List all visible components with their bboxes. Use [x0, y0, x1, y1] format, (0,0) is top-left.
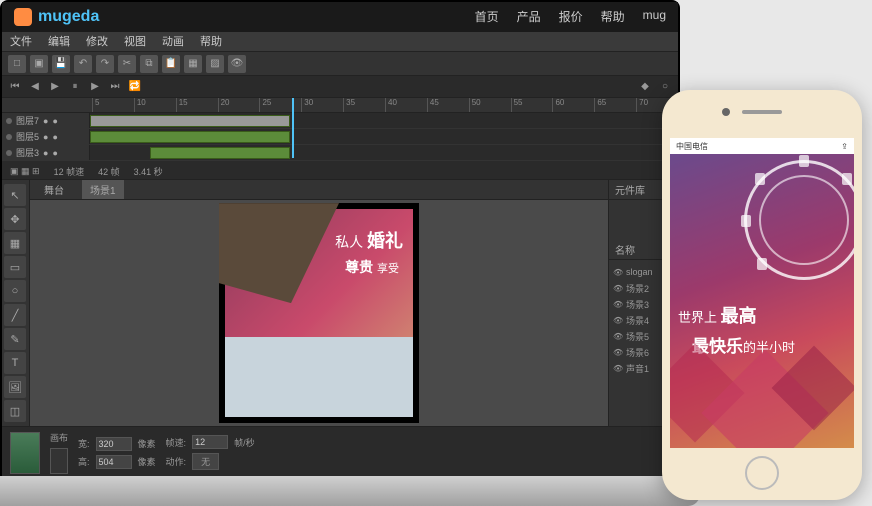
save-icon[interactable]: 💾: [52, 55, 70, 73]
nav-help[interactable]: 帮助: [601, 8, 625, 25]
nav-home[interactable]: 首页: [475, 8, 499, 25]
ungroup-icon[interactable]: ▨: [206, 55, 224, 73]
menu-edit[interactable]: 编辑: [48, 33, 70, 49]
timeline-tracks: 图层7●● 图层5●● 图层3●●: [2, 113, 678, 163]
image-tool-icon[interactable]: 🖼: [4, 376, 26, 398]
height-label: 高:: [78, 455, 90, 468]
preview-icon[interactable]: 👁: [228, 55, 246, 73]
open-icon[interactable]: ▣: [30, 55, 48, 73]
playhead[interactable]: [292, 98, 294, 158]
fps-info: 12 帧速: [54, 165, 85, 178]
line-tool-icon[interactable]: ╱: [4, 304, 26, 326]
properties-panel: 画布 宽: 像素 高: 像素 帧速: 帧/秒 动作: 无: [2, 426, 678, 478]
copy-icon[interactable]: ⧉: [140, 55, 158, 73]
app-header: mugeda 首页 产品 报价 帮助 mug: [2, 2, 678, 32]
layer-name: 图层3: [16, 146, 39, 159]
tab-scene1[interactable]: 场景1: [82, 180, 124, 199]
frame-info: 42 帧: [98, 165, 120, 178]
redo-icon[interactable]: ↷: [96, 55, 114, 73]
nav-product[interactable]: 产品: [517, 8, 541, 25]
color-swatch[interactable]: [50, 448, 68, 474]
onion-icon[interactable]: ○: [658, 80, 672, 94]
canvas-thumb[interactable]: [10, 432, 40, 474]
timeline-controls: ⏮ ◀ ▶ ⏸ ▶ ⏭ 🔁 ◆ ○: [2, 76, 678, 98]
tool-palette: ↖ ✥ ▦ ▭ ○ ╱ ✎ T 🖼 ◫: [2, 180, 30, 426]
phone-text-1: 世界上 最高: [678, 302, 757, 328]
group-icon[interactable]: ▦: [184, 55, 202, 73]
action-label: 动作:: [166, 455, 187, 468]
toolbar: □ ▣ 💾 ↶ ↷ ✂ ⧉ 📋 ▦ ▨ 👁: [2, 52, 678, 76]
width-label: 宽:: [78, 437, 90, 450]
status-bar: 中国电信 ⇪: [670, 138, 854, 154]
menu-file[interactable]: 文件: [10, 33, 32, 49]
track-row[interactable]: 图层7●●: [2, 113, 678, 129]
width-input[interactable]: [96, 437, 132, 451]
select-tool-icon[interactable]: ↖: [4, 184, 26, 206]
phone-screen: 中国电信 ⇪ 世界上 最高 最快乐的半小时: [670, 138, 854, 448]
menu-bar: 文件 编辑 修改 视图 动画 帮助: [2, 32, 678, 52]
logo-icon: [14, 8, 32, 26]
tab-stage[interactable]: 舞台: [36, 180, 72, 199]
phone-speaker: [742, 110, 782, 114]
action-value[interactable]: 无: [192, 453, 219, 470]
play-icon[interactable]: ▶: [48, 80, 62, 94]
cut-icon[interactable]: ✂: [118, 55, 136, 73]
undo-icon[interactable]: ↶: [74, 55, 92, 73]
rewind-icon[interactable]: ⏮: [8, 80, 22, 94]
component-tool-icon[interactable]: ◫: [4, 400, 26, 422]
canvas-text-1: 私人 婚礼: [335, 227, 403, 253]
new-icon[interactable]: □: [8, 55, 26, 73]
phone-camera: [722, 108, 730, 116]
menu-help[interactable]: 帮助: [200, 33, 222, 49]
rect-tool-icon[interactable]: ▭: [4, 256, 26, 278]
menu-view[interactable]: 视图: [124, 33, 146, 49]
circle-tool-icon[interactable]: ○: [4, 280, 26, 302]
share-icon: ⇪: [841, 142, 848, 151]
fps-input[interactable]: [192, 435, 228, 449]
height-input[interactable]: [96, 455, 132, 469]
keyframe-icon[interactable]: ◆: [638, 80, 652, 94]
canvas[interactable]: 私人 婚礼 尊贵 享受: [219, 203, 419, 423]
phone-mockup: 中国电信 ⇪ 世界上 最高 最快乐的半小时: [662, 90, 862, 500]
layer-name: 图层7: [16, 114, 39, 127]
nav-account[interactable]: mug: [643, 8, 666, 25]
pause-icon[interactable]: ⏸: [68, 80, 82, 94]
menu-animation[interactable]: 动画: [162, 33, 184, 49]
move-tool-icon[interactable]: ✥: [4, 208, 26, 230]
nav-pricing[interactable]: 报价: [559, 8, 583, 25]
layer-name: 图层5: [16, 130, 39, 143]
paste-icon[interactable]: 📋: [162, 55, 180, 73]
brand-text: mugeda: [38, 8, 99, 26]
menu-modify[interactable]: 修改: [86, 33, 108, 49]
canvas-stage[interactable]: 私人 婚礼 尊贵 享受: [30, 200, 608, 426]
time-info: 3.41 秒: [134, 165, 163, 178]
grid-tool-icon[interactable]: ▦: [4, 232, 26, 254]
logo: mugeda: [14, 8, 99, 26]
forward-icon[interactable]: ⏭: [108, 80, 122, 94]
top-nav: 首页 产品 报价 帮助 mug: [475, 8, 666, 25]
carrier-label: 中国电信: [676, 141, 708, 152]
ferris-wheel-graphic: [744, 160, 854, 280]
thumb-label: 画布: [50, 431, 68, 444]
track-row[interactable]: 图层3●●: [2, 145, 678, 161]
next-frame-icon[interactable]: ▶: [88, 80, 102, 94]
fps-label: 帧速:: [166, 436, 187, 449]
timeline-ruler[interactable]: 51015 202530 354045 505560 6570: [2, 98, 678, 113]
stage-tabs: 舞台 场景1: [30, 180, 608, 200]
text-tool-icon[interactable]: T: [4, 352, 26, 374]
track-row[interactable]: 图层5●●: [2, 129, 678, 145]
pen-tool-icon[interactable]: ✎: [4, 328, 26, 350]
prev-frame-icon[interactable]: ◀: [28, 80, 42, 94]
laptop-base: [0, 476, 700, 506]
loop-icon[interactable]: 🔁: [128, 80, 142, 94]
timeline-info: ▣ ▦ ⊞ 12 帧速 42 帧 3.41 秒: [2, 163, 678, 180]
canvas-text-2: 尊贵 享受: [345, 257, 399, 277]
home-button[interactable]: [745, 456, 779, 490]
